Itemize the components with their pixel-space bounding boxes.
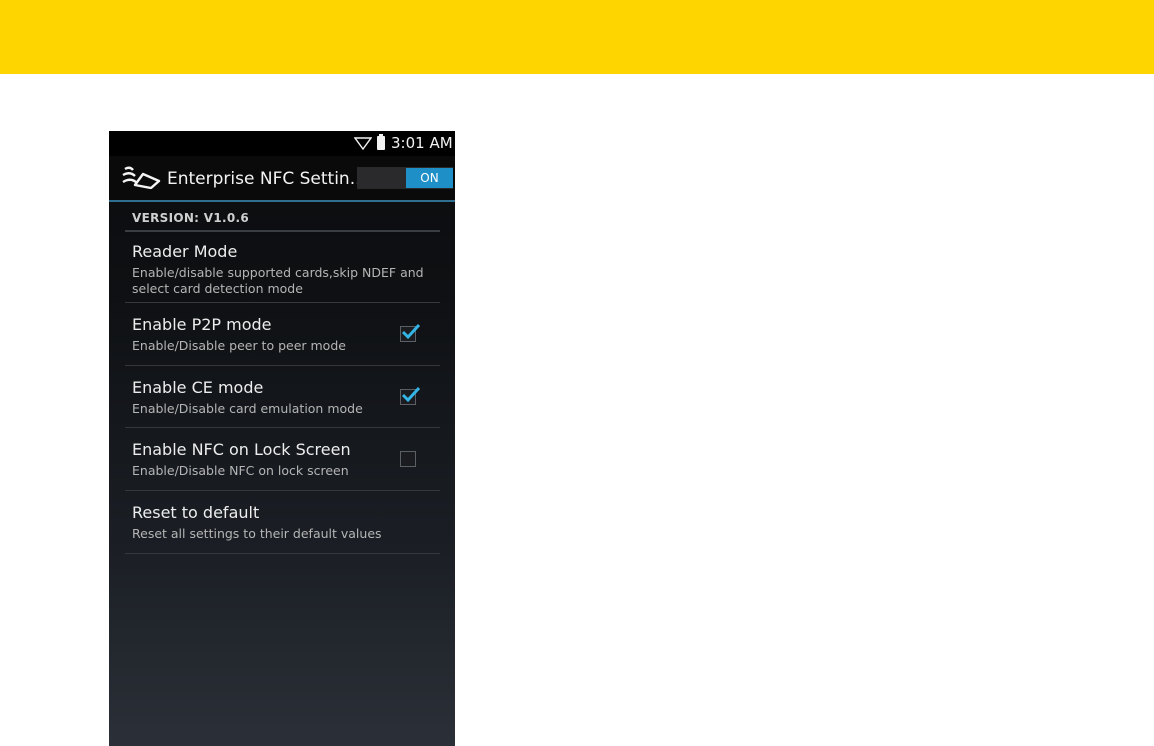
- nfc-lock-screen-checkbox[interactable]: [400, 451, 416, 467]
- pref-p2p-mode[interactable]: Enable P2P mode Enable/Disable peer to p…: [125, 303, 440, 366]
- pref-title: Reader Mode: [132, 242, 238, 261]
- nfc-icon: [122, 166, 161, 189]
- pref-summary: Enable/Disable peer to peer mode: [132, 338, 346, 353]
- header-banner: [0, 0, 1154, 74]
- pref-summary: Enable/disable supported cards,skip NDEF…: [132, 265, 424, 296]
- pref-title: Enable CE mode: [132, 378, 264, 397]
- pref-summary: Enable/Disable NFC on lock screen: [132, 463, 349, 478]
- pref-title: Reset to default: [132, 503, 260, 522]
- status-bar: 3:01 AM: [109, 131, 455, 156]
- pref-title: Enable NFC on Lock Screen: [132, 440, 351, 459]
- pref-summary: Reset all settings to their default valu…: [132, 526, 382, 541]
- pref-nfc-lock-screen[interactable]: Enable NFC on Lock Screen Enable/Disable…: [125, 428, 440, 491]
- p2p-checkbox[interactable]: [400, 323, 421, 342]
- action-bar: Enterprise NFC Settin... ON: [109, 156, 455, 200]
- version-header: VERSION: V1.0.6: [132, 211, 250, 225]
- wifi-icon: [354, 137, 372, 150]
- battery-icon: [377, 134, 385, 150]
- ce-checkbox[interactable]: [400, 386, 421, 405]
- toggle-on-label: ON: [406, 168, 453, 188]
- pref-summary: Enable/Disable card emulation mode: [132, 401, 363, 416]
- nfc-toggle-switch[interactable]: ON: [357, 167, 453, 189]
- checkmark-icon: [401, 323, 421, 340]
- pref-reset-default[interactable]: Reset to default Reset all settings to t…: [125, 491, 440, 554]
- app-title: Enterprise NFC Settin...: [167, 169, 366, 189]
- list-divider: [125, 553, 440, 554]
- phone-screen: 3:01 AM Enterprise NFC Settin... ON VERS…: [109, 131, 455, 746]
- action-bar-divider: [109, 200, 455, 202]
- pref-title: Enable P2P mode: [132, 315, 272, 334]
- checkmark-icon: [401, 386, 421, 403]
- pref-ce-mode[interactable]: Enable CE mode Enable/Disable card emula…: [125, 366, 440, 428]
- pref-reader-mode[interactable]: Reader Mode Enable/disable supported car…: [125, 232, 440, 303]
- status-clock: 3:01 AM: [391, 134, 453, 152]
